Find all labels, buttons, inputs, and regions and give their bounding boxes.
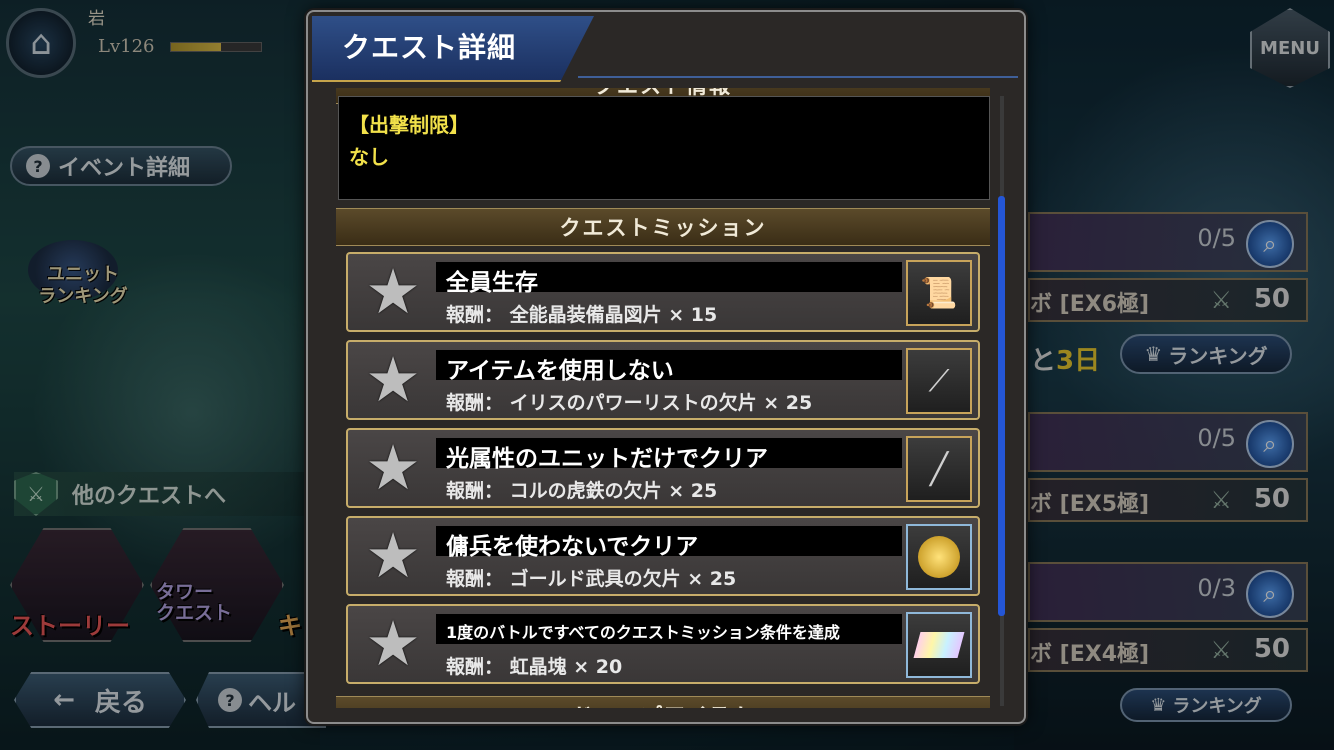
star-icon: ★ (365, 255, 421, 328)
title-divider (578, 76, 1018, 78)
star-icon: ★ (365, 607, 421, 680)
star-icon: ★ (365, 343, 421, 416)
mission-reward: 報酬： イリスのパワーリストの欠片 × 25 (446, 392, 813, 414)
scrollbar-thumb[interactable] (998, 196, 1005, 616)
sword-icon[interactable]: ╱ (906, 436, 972, 502)
restriction-value: なし (349, 145, 389, 169)
mission-item: ★ アイテムを使用しない 報酬： イリスのパワーリストの欠片 × 25 ⟋ (346, 340, 980, 420)
star-icon: ★ (365, 519, 421, 592)
mission-item: ★ 全員生存 報酬： 全能晶装備晶図片 × 15 📜 (346, 252, 980, 332)
quest-details-modal: クエスト詳細 クエスト情報 【出撃制限】 なし クエストミッション ★ 全員生存… (306, 10, 1026, 724)
scroll-icon[interactable]: 📜 (906, 260, 972, 326)
modal-title: クエスト詳細 (342, 31, 517, 64)
restriction-box: 【出撃制限】 なし (338, 96, 990, 200)
mission-reward: 報酬： 虹晶塊 × 20 (446, 656, 623, 678)
restriction-title: 【出撃制限】 (349, 113, 469, 137)
drop-items-section-header: ドロップアイテム (336, 696, 990, 708)
mission-name: 傭兵を使わないでクリア (446, 534, 699, 560)
mission-item: ★ 光属性のユニットだけでクリア 報酬： コルの虎鉄の欠片 × 25 ╱ (346, 428, 980, 508)
rainbow-crystal-icon[interactable] (906, 612, 972, 678)
modal-scroll-area[interactable]: クエスト情報 【出撃制限】 なし クエストミッション ★ 全員生存 報酬： 全能… (336, 88, 994, 708)
mission-item: ★ 傭兵を使わないでクリア 報酬： ゴールド武具の欠片 × 25 (346, 516, 980, 596)
quest-missions-header: クエストミッション (336, 208, 990, 246)
mission-name: 光属性のユニットだけでクリア (446, 446, 768, 472)
mission-reward: 報酬： コルの虎鉄の欠片 × 25 (446, 480, 718, 502)
mission-name: 全員生存 (446, 270, 538, 296)
mission-reward: 報酬： 全能晶装備晶図片 × 15 (446, 304, 718, 326)
bracelet-icon[interactable]: ⟋ (906, 348, 972, 414)
mission-name: アイテムを使用しない (446, 358, 674, 384)
mission-name: 1度のバトルですべてのクエストミッション条件を達成 (446, 623, 840, 642)
mission-reward: 報酬： ゴールド武具の欠片 × 25 (446, 568, 737, 590)
mission-item: ★ 1度のバトルですべてのクエストミッション条件を達成 報酬： 虹晶塊 × 20 (346, 604, 980, 684)
gold-coin-icon[interactable] (906, 524, 972, 590)
star-icon: ★ (365, 431, 421, 504)
